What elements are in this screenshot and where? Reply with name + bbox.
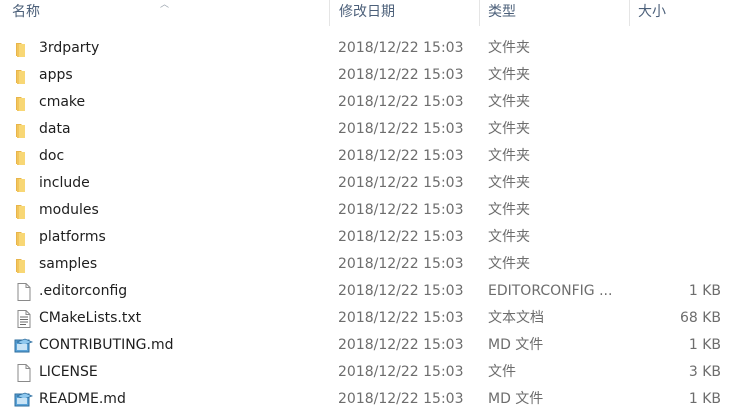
file-row[interactable]: CONTRIBUTING.md 2018/12/22 15:03 MD 文件 1 KB [0, 332, 733, 359]
file-name: doc [39, 148, 65, 164]
column-header-date[interactable]: 修改日期 [330, 0, 479, 26]
file-modified-date: 2018/12/22 15:03 [338, 202, 464, 218]
file-row[interactable]: modules 2018/12/22 15:03 文件夹 [0, 197, 733, 224]
file-row[interactable]: doc 2018/12/22 15:03 文件夹 [0, 143, 733, 170]
file-row[interactable]: cmake 2018/12/22 15:03 文件夹 [0, 89, 733, 116]
file-type: EDITORCONFIG ... [488, 283, 613, 299]
file-name: LICENSE [39, 364, 98, 380]
file-modified-date: 2018/12/22 15:03 [338, 40, 464, 56]
file-type: 文件夹 [488, 148, 530, 164]
column-header-type[interactable]: 类型 [479, 0, 629, 26]
file-name: cmake [39, 94, 86, 110]
file-name: data [39, 121, 71, 137]
file-name: .editorconfig [39, 283, 128, 299]
folder-icon [14, 202, 34, 220]
sort-ascending-icon: ︿ [160, 0, 170, 10]
folder-icon [14, 67, 34, 85]
file-size: 3 KB [688, 364, 721, 380]
file-type: 文件夹 [488, 256, 530, 272]
folder-icon [14, 121, 34, 139]
file-modified-date: 2018/12/22 15:03 [338, 337, 464, 353]
file-size: 1 KB [688, 391, 721, 407]
file-type: MD 文件 [488, 391, 544, 407]
column-header-size[interactable]: 大小 [629, 0, 733, 26]
file-modified-date: 2018/12/22 15:03 [338, 121, 464, 137]
file-list: 3rdparty 2018/12/22 15:03 文件夹 apps 2018/12/2… [0, 35, 733, 413]
column-header-bar: 名称 ︿ 修改日期 类型 大小 [0, 0, 733, 26]
file-row[interactable]: include 2018/12/22 15:03 文件夹 [0, 170, 733, 197]
file-type: 文件 [488, 364, 516, 380]
file-row[interactable]: data 2018/12/22 15:03 文件夹 [0, 116, 733, 143]
folder-icon [14, 256, 34, 274]
file-row[interactable]: apps 2018/12/22 15:03 文件夹 [0, 62, 733, 89]
file-type: 文件夹 [488, 40, 530, 56]
file-type: 文件夹 [488, 121, 530, 137]
text-file-icon [14, 310, 34, 328]
folder-icon [14, 40, 34, 58]
file-modified-date: 2018/12/22 15:03 [338, 175, 464, 191]
file-type: MD 文件 [488, 337, 544, 353]
file-icon [14, 283, 34, 301]
file-size: 1 KB [688, 283, 721, 299]
file-name: modules [39, 202, 99, 218]
file-row[interactable]: .editorconfig 2018/12/22 15:03 EDITORCONFI… [0, 278, 733, 305]
file-name: README.md [39, 391, 126, 407]
file-modified-date: 2018/12/22 15:03 [338, 256, 464, 272]
file-type: 文本文档 [488, 310, 544, 326]
file-name: apps [39, 67, 73, 83]
file-row[interactable]: LICENSE 2018/12/22 15:03 文件 3 KB [0, 359, 733, 386]
folder-icon [14, 175, 34, 193]
md-file-icon [14, 337, 34, 355]
file-type: 文件夹 [488, 229, 530, 245]
file-name: CONTRIBUTING.md [39, 337, 174, 353]
file-modified-date: 2018/12/22 15:03 [338, 283, 464, 299]
file-modified-date: 2018/12/22 15:03 [338, 148, 464, 164]
file-modified-date: 2018/12/22 15:03 [338, 310, 464, 326]
folder-icon [14, 148, 34, 166]
file-type: 文件夹 [488, 202, 530, 218]
file-size: 68 KB [679, 310, 721, 326]
file-type: 文件夹 [488, 67, 530, 83]
file-name: samples [39, 256, 98, 272]
file-row[interactable]: samples 2018/12/22 15:03 文件夹 [0, 251, 733, 278]
file-type: 文件夹 [488, 94, 530, 110]
file-row[interactable]: 3rdparty 2018/12/22 15:03 文件夹 [0, 35, 733, 62]
folder-icon [14, 94, 34, 112]
file-row[interactable]: README.md 2018/12/22 15:03 MD 文件 1 KB [0, 386, 733, 413]
file-name: 3rdparty [39, 40, 100, 56]
file-row[interactable]: CMakeLists.txt 2018/12/22 15:03 文本文档 68 KB [0, 305, 733, 332]
file-name: platforms [39, 229, 106, 245]
file-name: CMakeLists.txt [39, 310, 142, 326]
file-modified-date: 2018/12/22 15:03 [338, 94, 464, 110]
file-icon [14, 364, 34, 382]
file-modified-date: 2018/12/22 15:03 [338, 364, 464, 380]
file-type: 文件夹 [488, 175, 530, 191]
md-file-icon [14, 391, 34, 409]
file-modified-date: 2018/12/22 15:03 [338, 229, 464, 245]
file-size: 1 KB [688, 337, 721, 353]
file-row[interactable]: platforms 2018/12/22 15:03 文件夹 [0, 224, 733, 251]
file-modified-date: 2018/12/22 15:03 [338, 391, 464, 407]
folder-icon [14, 229, 34, 247]
file-modified-date: 2018/12/22 15:03 [338, 67, 464, 83]
file-name: include [39, 175, 90, 191]
